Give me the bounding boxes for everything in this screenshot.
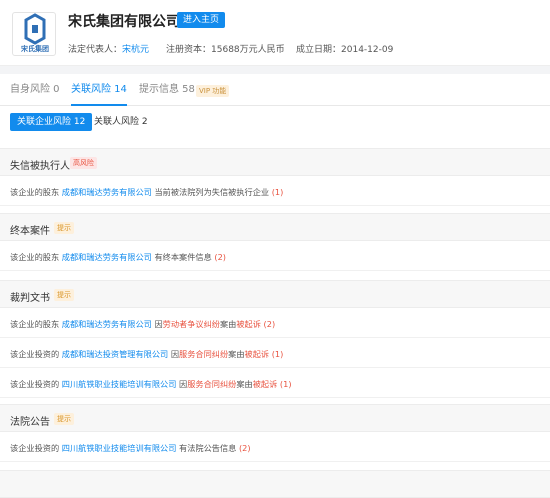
logo-text: 宋氏集团 [21,45,49,53]
row-text: 该企业的股东 成都和瑞达劳务有限公司 因劳动者争议纠纷案由被起诉 (2) [10,318,275,330]
case-reason: 服务合同纠纷 [179,349,229,359]
row-detail: 案由 [228,349,245,359]
row-detail: 当前被法院列为失信被执行企业 [154,187,270,197]
legal-rep: 法定代表人：宋杭元 [68,42,149,55]
row-detail: 因 [170,349,180,359]
tab-related-risk[interactable]: 关联风险 14 [71,74,127,106]
section-header-next [0,470,550,498]
subtabs: 关联企业风险 12 关联人风险 2 [0,106,550,142]
case-status: 被起诉 [252,379,278,389]
tab-self-risk[interactable]: 自身风险 0 [10,74,60,106]
legal-rep-link[interactable]: 宋杭元 [122,45,149,55]
row-text: 该企业投资的 成都和瑞达投资管理有限公司 因服务合同纠纷案由被起诉 (1) [10,348,283,360]
capital-value: 15688万元人民币 [211,45,285,55]
case-status: 被起诉 [244,349,270,359]
list-item: 该企业的股东 成都和瑞达劳务有限公司 有终本案件信息 (2) [0,241,550,271]
row-prefix: 该企业的股东 [10,187,60,197]
count-badge[interactable]: (2) [264,319,276,329]
hint-tag: 提示 [54,413,74,425]
case-reason: 服务合同纠纷 [187,379,237,389]
enter-homepage-button[interactable]: 进入主页 [177,12,226,28]
company-link[interactable]: 成都和瑞达投资管理有限公司 [62,349,168,359]
high-risk-tag: 高风险 [70,157,97,169]
section-header-court-notice: 法院公告 提示 [0,404,550,432]
company-logo: 宋氏集团 [12,12,56,56]
case-reason: 劳动者争议纠纷 [162,319,220,329]
row-prefix: 该企业投资的 [10,379,60,389]
row-prefix: 该企业的股东 [10,319,60,329]
row-text: 该企业的股东 成都和瑞达劳务有限公司 有终本案件信息 (2) [10,251,226,263]
vip-badge: VIP 功能 [196,85,230,97]
row-prefix: 该企业的股东 [10,252,60,262]
section-title: 失信被执行人 [10,161,70,172]
founded-label: 成立日期： [296,45,342,55]
case-status: 被起诉 [236,319,261,329]
list-item: 该企业投资的 四川航铁职业技能培训有限公司 有法院公告信息 (2) [0,432,550,462]
section-title: 终本案件 [10,226,50,237]
company-link[interactable]: 四川航铁职业技能培训有限公司 [62,443,177,453]
list-item: 该企业投资的 成都和瑞达投资管理有限公司 因服务合同纠纷案由被起诉 (1) [0,338,550,368]
count-badge[interactable]: (2) [239,443,251,453]
company-link[interactable]: 四川航铁职业技能培训有限公司 [62,379,177,389]
row-detail: 有法院公告信息 [179,443,237,453]
row-detail: 因 [179,379,188,389]
row-detail: 因 [154,319,163,329]
company-link[interactable]: 成都和瑞达劳务有限公司 [62,319,152,329]
company-header: 宋氏集团 宋氏集团有限公司 进入主页 法定代表人：宋杭元 注册资本：15688万… [0,0,550,66]
subtab-related-company-risk[interactable]: 关联企业风险 12 [10,113,93,131]
row-prefix: 该企业投资的 [10,349,60,359]
count-badge[interactable]: (1) [272,187,284,197]
founded-date: 成立日期：2014-12-09 [296,42,393,55]
list-item: 该企业投资的 四川航铁职业技能培训有限公司 因服务合同纠纷案由被起诉 (1) [0,368,550,398]
hint-tag: 提示 [54,289,74,301]
logo-mark-icon [24,13,46,45]
registered-capital: 注册资本：15688万元人民币 [166,42,285,55]
company-link[interactable]: 成都和瑞达劳务有限公司 [62,187,152,197]
section-title: 法院公告 [10,417,50,428]
founded-value: 2014-12-09 [341,45,394,55]
row-text: 该企业的股东 成都和瑞达劳务有限公司 当前被法院列为失信被执行企业 (1) [10,186,283,198]
subtab-related-person-risk[interactable]: 关联人风险 2 [94,113,148,131]
count-badge[interactable]: (2) [214,252,226,262]
company-link[interactable]: 成都和瑞达劳务有限公司 [62,252,152,262]
row-text: 该企业投资的 四川航铁职业技能培训有限公司 有法院公告信息 (2) [10,442,251,454]
capital-label: 注册资本： [166,45,212,55]
section-header-judgments: 裁判文书 提示 [0,280,550,308]
row-text: 该企业投资的 四川航铁职业技能培训有限公司 因服务合同纠纷案由被起诉 (1) [10,378,292,390]
row-detail: 案由 [219,319,237,329]
count-badge[interactable]: (1) [272,349,284,359]
row-prefix: 该企业投资的 [10,443,60,453]
section-header-dishonest: 失信被执行人 高风险 [0,148,550,176]
legal-rep-label: 法定代表人： [68,45,123,55]
row-detail: 有终本案件信息 [154,252,212,262]
tab-hint-info[interactable]: 提示信息 58 [139,74,195,106]
hint-tag: 提示 [54,222,74,234]
section-title: 裁判文书 [10,293,50,304]
risk-tabs: 自身风险 0 关联风险 14 提示信息 58 VIP 功能 [0,74,550,106]
list-item: 该企业的股东 成都和瑞达劳务有限公司 因劳动者争议纠纷案由被起诉 (2) [0,308,550,338]
divider [0,66,550,74]
count-badge[interactable]: (1) [280,379,292,389]
row-detail: 案由 [236,379,253,389]
section-header-terminated-cases: 终本案件 提示 [0,213,550,241]
list-item: 该企业的股东 成都和瑞达劳务有限公司 当前被法院列为失信被执行企业 (1) [0,176,550,206]
company-name: 宋氏集团有限公司 [68,14,180,30]
